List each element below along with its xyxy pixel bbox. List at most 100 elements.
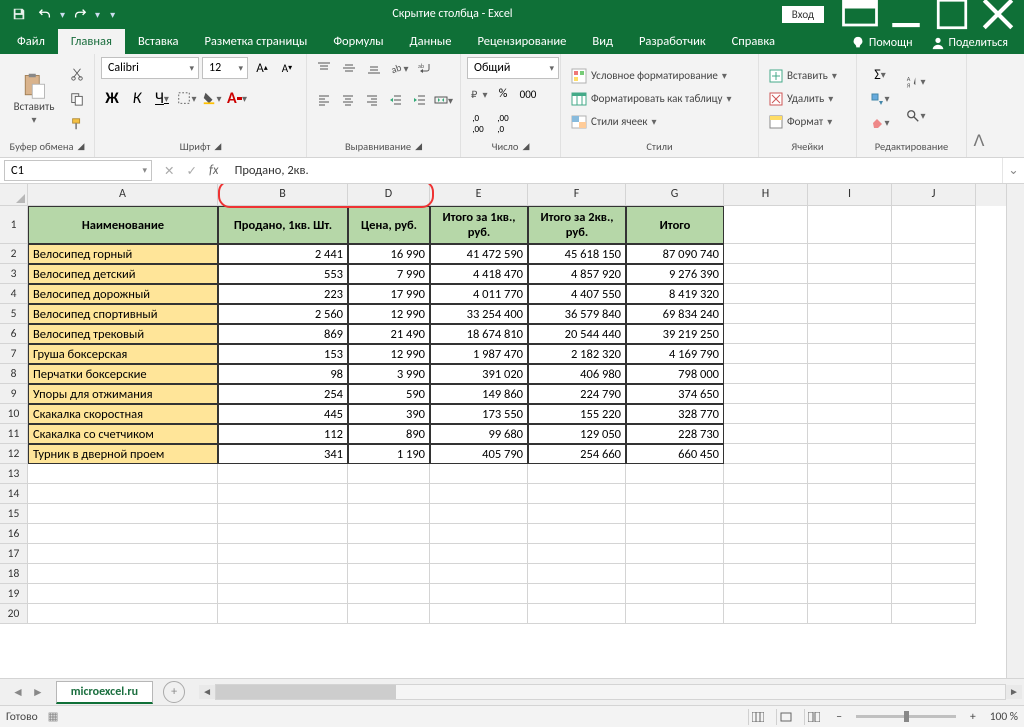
view-page-layout-icon[interactable] (776, 709, 794, 725)
empty-cell[interactable] (724, 504, 808, 524)
tab-developer[interactable]: Разработчик (626, 29, 719, 54)
zoom-in-icon[interactable]: + (966, 710, 980, 724)
sort-filter-icon[interactable]: AЯ▾ (901, 66, 931, 98)
empty-cell[interactable] (430, 504, 528, 524)
copy-icon[interactable] (66, 88, 88, 110)
empty-cell[interactable] (892, 444, 976, 464)
enter-formula-icon[interactable]: ✓ (186, 163, 196, 179)
empty-cell[interactable] (892, 544, 976, 564)
cell-value[interactable]: 129 050 (528, 424, 626, 444)
col-header-A[interactable]: A (28, 184, 218, 206)
cell-name[interactable]: Упоры для отжимания (28, 384, 218, 404)
align-bottom-icon[interactable] (363, 57, 385, 79)
empty-cell[interactable] (28, 544, 218, 564)
wrap-text-icon[interactable]: ab (413, 57, 435, 79)
qat-customize[interactable]: ▾ (110, 8, 115, 21)
cell-value[interactable]: 1 987 470 (430, 344, 528, 364)
cell-value[interactable]: 390 (348, 404, 430, 424)
table-header[interactable]: Наименование (28, 206, 218, 244)
align-top-icon[interactable] (313, 57, 335, 79)
empty-cell[interactable] (724, 584, 808, 604)
cell-value[interactable]: 4 407 550 (528, 284, 626, 304)
empty-cell[interactable] (348, 484, 430, 504)
cell-value[interactable]: 405 790 (430, 444, 528, 464)
cell-value[interactable]: 153 (218, 344, 348, 364)
align-middle-icon[interactable] (338, 57, 360, 79)
cell-name[interactable]: Велосипед спортивный (28, 304, 218, 324)
cell-value[interactable]: 45 618 150 (528, 244, 626, 264)
empty-cell[interactable] (808, 384, 892, 404)
tab-layout[interactable]: Разметка страницы (191, 29, 320, 54)
font-color-icon[interactable]: A▾ (226, 87, 248, 109)
sheet-prev-icon[interactable]: ◄ (12, 685, 24, 700)
empty-cell[interactable] (430, 604, 528, 624)
cell-value[interactable]: 99 680 (430, 424, 528, 444)
empty-cell[interactable] (808, 444, 892, 464)
empty-cell[interactable] (892, 504, 976, 524)
cell-value[interactable]: 9 276 390 (626, 264, 724, 284)
row-header[interactable]: 2 (0, 244, 28, 264)
empty-cell[interactable] (724, 404, 808, 424)
empty-cell[interactable] (892, 264, 976, 284)
decrease-font-icon[interactable]: A▾ (276, 57, 298, 79)
empty-cell[interactable] (528, 504, 626, 524)
empty-cell[interactable] (724, 324, 808, 344)
empty-cell[interactable] (528, 464, 626, 484)
empty-cell[interactable] (218, 544, 348, 564)
empty-cell[interactable] (808, 264, 892, 284)
row-header[interactable]: 7 (0, 344, 28, 364)
increase-indent-icon[interactable] (409, 89, 430, 111)
cell-value[interactable]: 224 790 (528, 384, 626, 404)
orientation-icon[interactable]: ab▾ (388, 57, 410, 79)
empty-cell[interactable] (892, 604, 976, 624)
view-normal-icon[interactable] (748, 709, 766, 725)
empty-cell[interactable] (808, 584, 892, 604)
format-table-button[interactable]: Форматировать как таблицу▾ (567, 88, 736, 110)
cell-name[interactable]: Велосипед трековый (28, 324, 218, 344)
empty-cell[interactable] (724, 206, 808, 244)
empty-cell[interactable] (626, 544, 724, 564)
row-header[interactable]: 13 (0, 464, 28, 484)
cell-value[interactable]: 39 219 250 (626, 324, 724, 344)
empty-cell[interactable] (626, 564, 724, 584)
cell-name[interactable]: Скакалка скоростная (28, 404, 218, 424)
empty-cell[interactable] (218, 564, 348, 584)
zoom-level[interactable]: 100 % (990, 710, 1018, 724)
cell-value[interactable]: 2 560 (218, 304, 348, 324)
empty-cell[interactable] (528, 584, 626, 604)
empty-cell[interactable] (430, 584, 528, 604)
cell-value[interactable]: 149 860 (430, 384, 528, 404)
empty-cell[interactable] (724, 424, 808, 444)
cut-icon[interactable] (66, 63, 88, 85)
cell-value[interactable]: 2 182 320 (528, 344, 626, 364)
cell-name[interactable]: Перчатки боксерские (28, 364, 218, 384)
table-header[interactable]: Итого (626, 206, 724, 244)
cell-name[interactable]: Велосипед детский (28, 264, 218, 284)
cell-value[interactable]: 155 220 (528, 404, 626, 424)
zoom-slider[interactable] (856, 715, 956, 718)
select-all-corner[interactable] (0, 184, 28, 206)
col-header-I[interactable]: I (808, 184, 892, 206)
empty-cell[interactable] (808, 544, 892, 564)
login-button[interactable]: Вход (782, 6, 824, 23)
macro-record-icon[interactable]: ▦ (48, 709, 59, 724)
number-format-combo[interactable]: Общий (467, 57, 559, 79)
empty-cell[interactable] (808, 404, 892, 424)
decrease-indent-icon[interactable] (385, 89, 406, 111)
tell-me-button[interactable]: Помощн (843, 32, 921, 54)
empty-cell[interactable] (892, 404, 976, 424)
col-header-D[interactable]: D (348, 184, 430, 206)
cell-name[interactable]: Турник в дверной проем (28, 444, 218, 464)
cell-value[interactable]: 17 990 (348, 284, 430, 304)
row-header[interactable]: 4 (0, 284, 28, 304)
cell-value[interactable]: 4 857 920 (528, 264, 626, 284)
cell-value[interactable]: 12 990 (348, 344, 430, 364)
cell-value[interactable]: 16 990 (348, 244, 430, 264)
currency-icon[interactable]: ₽▾ (467, 83, 489, 105)
cell-value[interactable]: 2 441 (218, 244, 348, 264)
cell-value[interactable]: 112 (218, 424, 348, 444)
empty-cell[interactable] (808, 284, 892, 304)
cell-value[interactable]: 445 (218, 404, 348, 424)
empty-cell[interactable] (892, 364, 976, 384)
empty-cell[interactable] (892, 206, 976, 244)
